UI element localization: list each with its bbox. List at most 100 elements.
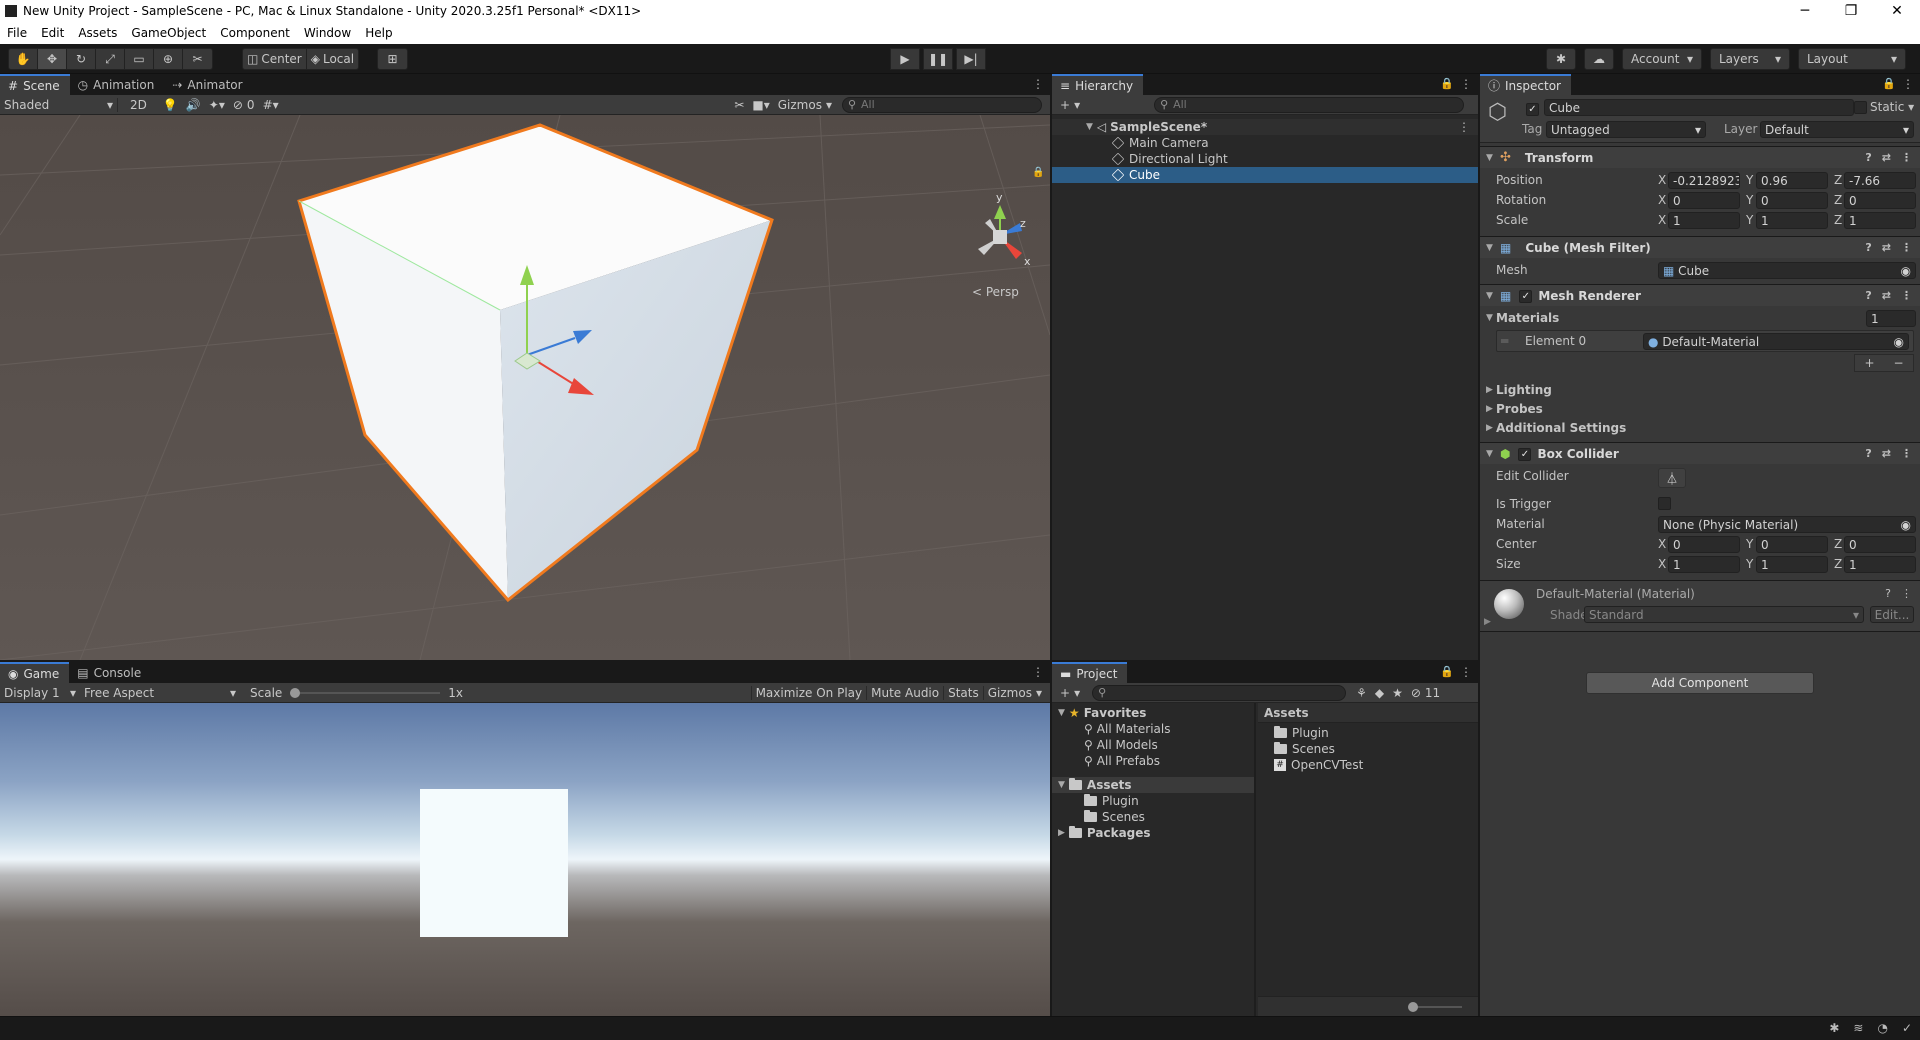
materials-row[interactable]: ▼ Materials 1 [1480,308,1920,328]
kebab-menu-icon[interactable]: ⋮ [1458,120,1470,134]
hidden-objects-button[interactable]: ⊘ 0 [229,98,259,112]
tag-dropdown[interactable]: Untagged ▾ [1546,121,1706,138]
rotation-y-field[interactable]: 0 [1756,192,1828,209]
content-item[interactable]: # OpenCVTest [1258,757,1478,773]
chevron-down-icon[interactable]: ▼ [1058,780,1065,790]
chevron-down-icon[interactable]: ▼ [1486,449,1493,459]
move-tool-icon[interactable]: ✥ [38,49,67,69]
lighting-toggle-icon[interactable]: 💡 [159,98,182,112]
pivot-local-button[interactable]: ◈ Local [307,49,358,69]
chevron-down-icon[interactable]: ▼ [1486,243,1493,253]
cloud-button[interactable]: ☁ [1584,48,1614,70]
menu-assets[interactable]: Assets [71,26,124,40]
element-material-field[interactable]: ● Default-Material ◉ [1643,333,1909,350]
help-icon[interactable]: ? [1865,289,1871,302]
chevron-down-icon[interactable]: ▼ [1486,291,1493,301]
drag-handle-icon[interactable]: ═ [1501,334,1508,348]
is-trigger-checkbox[interactable] [1658,497,1671,513]
minimize-icon[interactable]: ─ [1782,0,1828,22]
folder-row[interactable]: Plugin [1052,793,1254,809]
content-item[interactable]: Plugin [1258,725,1478,741]
chevron-down-icon[interactable]: ▼ [1486,153,1493,163]
preset-icon[interactable]: ⇄ [1882,447,1891,460]
create-button[interactable]: + ▾ [1056,686,1084,700]
physic-material-field[interactable]: None (Physic Material) ◉ [1658,516,1916,533]
lock-icon[interactable]: 🔒 [1440,77,1454,90]
draw-mode-dropdown[interactable]: Shaded ▾ [0,97,118,112]
menu-edit[interactable]: Edit [34,26,71,40]
folder-row[interactable]: Scenes [1052,809,1254,825]
chevron-right-icon[interactable]: ▶ [1484,617,1491,627]
menu-gameobject[interactable]: GameObject [124,26,213,40]
rotation-z-field[interactable]: 0 [1844,192,1916,209]
favorites-item[interactable]: ⚲ All Prefabs [1052,753,1254,769]
gizmos-dropdown[interactable]: Gizmos ▾ [774,98,836,112]
layers-dropdown[interactable]: Layers ▾ [1710,48,1790,70]
menu-help[interactable]: Help [358,26,399,40]
kebab-menu-icon[interactable]: ⋮ [1901,289,1912,302]
debug-icon[interactable]: ✱ [1829,1021,1839,1035]
favorites-row[interactable]: ▼ ★ Favorites [1052,705,1254,721]
custom-tool-icon[interactable]: ✂ [183,49,212,69]
scene-search-input[interactable]: All [842,96,1042,113]
transform-tool-icon[interactable]: ⊕ [154,49,183,69]
add-element-icon[interactable]: + [1864,356,1874,370]
pivot-center-button[interactable]: ◫ Center [243,49,307,69]
shader-edit-button[interactable]: Edit... [1870,606,1914,623]
tools-icon[interactable]: ✂ [730,98,748,112]
chevron-down-icon[interactable]: ▼ [1086,122,1093,132]
menu-file[interactable]: File [0,26,34,40]
center-z-field[interactable]: 0 [1844,536,1916,553]
position-z-field[interactable]: -7.66 [1844,172,1916,189]
kebab-menu-icon[interactable]: ⋮ [1901,447,1912,460]
chevron-right-icon[interactable]: ▶ [1058,828,1065,838]
layout-dropdown[interactable]: Layout ▾ [1798,48,1906,70]
object-picker-icon[interactable]: ◉ [1901,264,1911,278]
kebab-menu-icon[interactable]: ⋮ [1902,77,1914,91]
static-checkbox[interactable] [1854,101,1867,117]
packages-row[interactable]: ▶ Packages [1052,825,1254,841]
favorites-item[interactable]: ⚲ All Materials [1052,721,1254,737]
icon-size-slider-handle[interactable] [1408,1002,1418,1012]
step-button[interactable]: ▶| [956,48,986,70]
remove-element-icon[interactable]: − [1893,356,1903,370]
kebab-menu-icon[interactable]: ⋮ [1460,77,1472,91]
project-search-input[interactable] [1092,684,1347,701]
mesh-field[interactable]: ▦ Cube ◉ [1658,262,1916,279]
layer-dropdown[interactable]: Default ▾ [1760,121,1914,138]
enabled-checkbox[interactable]: ✓ [1519,288,1533,303]
aspect-dropdown[interactable]: Free Aspect ▾ [80,686,240,700]
tab-project[interactable]: ▬ Project [1052,662,1128,683]
scale-z-field[interactable]: 1 [1844,212,1916,229]
lock-icon[interactable]: 🔒 [1032,166,1044,178]
maximize-icon[interactable]: ❐ [1828,0,1874,22]
preset-icon[interactable]: ⇄ [1882,289,1891,302]
tab-inspector[interactable]: ⓘ Inspector [1480,74,1571,95]
toggle-2d-button[interactable]: 2D [126,98,151,112]
box-collider-header[interactable]: ▼ ⬢ ✓ Box Collider ? ⇄ ⋮ [1480,442,1920,464]
chevron-right-icon[interactable]: ▶ [1486,385,1493,395]
favorites-item[interactable]: ⚲ All Models [1052,737,1254,753]
position-x-field[interactable]: -0.2128923 [1668,172,1740,189]
grid-snap-icon[interactable]: ⊞ [378,49,407,69]
menu-component[interactable]: Component [213,26,297,40]
favorites-star-icon[interactable]: ★ [1388,686,1407,700]
kebab-menu-icon[interactable]: ⋮ [1901,241,1912,254]
scene-row[interactable]: ▼ ◁ SampleScene* ⋮ [1052,119,1478,135]
mesh-renderer-header[interactable]: ▼ ▦ ✓ Mesh Renderer ? ⇄ ⋮ [1480,284,1920,306]
lighting-foldout[interactable]: ▶ Lighting [1480,380,1920,400]
camera-settings-icon[interactable]: ■▾ [748,98,773,112]
tab-scene[interactable]: # Scene [0,74,70,95]
help-icon[interactable]: ? [1865,151,1871,164]
kebab-menu-icon[interactable]: ⋮ [1901,151,1912,164]
persp-label[interactable]: < Persp [972,285,1019,299]
hierarchy-item[interactable]: Directional Light [1052,151,1478,167]
mesh-filter-header[interactable]: ▼ ▦ Cube (Mesh Filter) ? ⇄ ⋮ [1480,236,1920,258]
mute-audio-toggle[interactable]: Mute Audio [866,685,943,700]
add-component-button[interactable]: Add Component [1586,672,1814,694]
object-name-field[interactable]: Cube [1544,99,1854,116]
menu-window[interactable]: Window [297,26,358,40]
additional-settings-foldout[interactable]: ▶ Additional Settings [1480,418,1920,438]
kebab-menu-icon[interactable]: ⋮ [1032,665,1044,679]
size-z-field[interactable]: 1 [1844,556,1916,573]
